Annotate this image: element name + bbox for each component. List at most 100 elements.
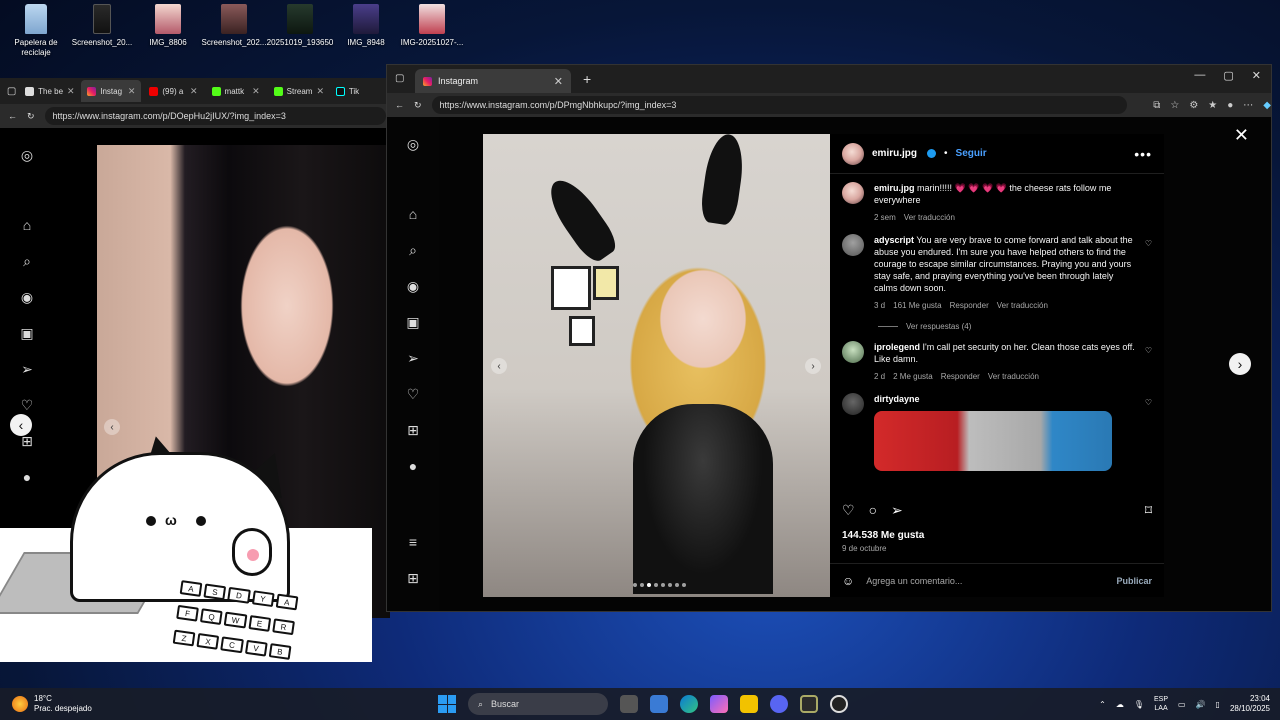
desktop-icon-file[interactable]: Screenshot_20... [70, 4, 134, 58]
reels-icon[interactable]: ▣ [404, 313, 422, 331]
reply-link[interactable]: Responder [941, 371, 980, 383]
comment-gif-image[interactable] [874, 411, 1112, 471]
discord-icon[interactable] [770, 695, 788, 713]
comment-bubble-icon[interactable]: ○ [869, 502, 877, 519]
like-comment-heart-icon[interactable]: ♡ [1145, 345, 1152, 383]
comment-author[interactable]: adyscript [874, 235, 914, 245]
comment-likes[interactable]: 161 Me gusta [893, 300, 941, 312]
close-window-icon[interactable]: ✕ [1252, 69, 1261, 82]
windows-start-icon[interactable] [438, 695, 456, 713]
comment-input[interactable]: Agrega un comentario... [866, 576, 1104, 586]
messages-icon[interactable]: ➢ [18, 360, 36, 378]
taskbar-search[interactable]: ⌕ Buscar [468, 693, 608, 715]
back-arrow-icon[interactable]: ← [8, 111, 17, 121]
url-field[interactable]: https://www.instagram.com/p/DPmgNbhkupc/… [431, 96, 1128, 114]
task-view-icon[interactable] [620, 695, 638, 713]
url-field[interactable]: https://www.instagram.com/p/DOepHu2jIUX/… [44, 107, 386, 125]
close-icon[interactable]: ✕ [252, 86, 260, 97]
translate-link[interactable]: Ver traducción [988, 371, 1039, 383]
maximize-icon[interactable]: ▢ [1223, 69, 1233, 82]
volume-icon[interactable]: 🔊 [1196, 700, 1206, 709]
avatar[interactable] [842, 142, 864, 165]
language-indicator[interactable]: ESP LAA [1154, 695, 1168, 713]
back-arrow-icon[interactable]: ← [395, 100, 404, 110]
carousel-next-button[interactable]: › [805, 358, 821, 374]
desktop-icon-file[interactable]: IMG-20251027-... [400, 4, 464, 58]
tab[interactable]: The be ✕ [19, 80, 79, 102]
comment-likes[interactable]: 2 Me gusta [893, 371, 933, 383]
copilot-icon[interactable] [710, 695, 728, 713]
notifications-heart-icon[interactable]: ♡ [18, 396, 36, 414]
battery-icon[interactable]: ▯ [1216, 700, 1220, 709]
comment-author[interactable]: iprolegend [874, 342, 920, 352]
reels-icon[interactable]: ▣ [18, 324, 36, 342]
store-icon[interactable] [650, 695, 668, 713]
post-author[interactable]: emiru.jpg [872, 148, 917, 159]
search-icon[interactable]: ⌕ [18, 252, 36, 270]
avatar[interactable] [842, 234, 864, 256]
notifications-heart-icon[interactable]: ♡ [404, 385, 422, 403]
reload-icon[interactable]: ↻ [414, 100, 422, 111]
tab-instagram[interactable]: Instag ✕ [81, 80, 142, 102]
avatar[interactable] [842, 393, 864, 415]
comment-author[interactable]: dirtydayne [874, 394, 920, 404]
tab[interactable]: (99) a ✕ [143, 80, 203, 102]
minimize-icon[interactable]: — [1194, 69, 1205, 82]
profile-icon[interactable]: ● [1227, 100, 1233, 111]
reload-icon[interactable]: ↻ [27, 111, 35, 122]
file-explorer-icon[interactable] [740, 695, 758, 713]
close-icon[interactable]: ✕ [190, 86, 198, 97]
favorites-icon[interactable]: ★ [1208, 100, 1217, 111]
carousel-prev-button[interactable]: ‹ [104, 419, 120, 435]
home-icon[interactable]: ⌂ [18, 216, 36, 234]
view-replies-link[interactable]: Ver respuestas (4) [878, 322, 1152, 331]
tab-actions-icon[interactable]: ▢ [6, 85, 17, 97]
avatar[interactable] [842, 182, 864, 204]
obs-icon[interactable] [830, 695, 848, 713]
tab[interactable]: Tik [330, 80, 390, 102]
like-comment-heart-icon[interactable]: ♡ [1145, 397, 1152, 471]
publish-button[interactable]: Publicar [1116, 576, 1152, 586]
tab-instagram[interactable]: Instagram ✕ [415, 69, 571, 93]
more-menu-icon[interactable]: ≡ [404, 533, 422, 551]
instagram-logo-icon[interactable]: ◎ [404, 135, 422, 153]
tab-actions-icon[interactable]: ▢ [395, 73, 404, 84]
desktop-icon-file[interactable]: IMG_8948 [334, 4, 398, 58]
emoji-icon[interactable]: ☺ [842, 574, 854, 588]
desktop-icon-file[interactable]: IMG_8806 [136, 4, 200, 58]
follow-button[interactable]: Seguir [956, 148, 987, 159]
save-bookmark-icon[interactable]: ⌑ [1145, 502, 1152, 519]
app-icon[interactable] [800, 695, 818, 713]
likes-count[interactable]: 144.538 Me gusta [842, 530, 924, 541]
comment-time[interactable]: 2 sem [874, 212, 896, 224]
cloud-icon[interactable]: ☁ [1116, 700, 1124, 709]
create-icon[interactable]: ⊞ [404, 421, 422, 439]
previous-post-button[interactable]: ‹ [10, 414, 32, 436]
carousel-prev-button[interactable]: ‹ [491, 358, 507, 374]
comment-author[interactable]: emiru.jpg [874, 183, 915, 193]
desktop-icon-file[interactable]: 20251019_193650 [267, 4, 333, 58]
clock[interactable]: 23:04 28/10/2025 [1230, 694, 1270, 714]
profile-avatar-icon[interactable]: ● [404, 457, 422, 475]
instagram-logo-icon[interactable]: ◎ [18, 146, 36, 164]
new-tab-icon[interactable]: + [583, 71, 591, 87]
translate-link[interactable]: Ver traducción [997, 300, 1048, 312]
messages-icon[interactable]: ➢ [404, 349, 422, 367]
explore-icon[interactable]: ◉ [404, 277, 422, 295]
close-modal-icon[interactable]: ✕ [1234, 125, 1249, 146]
edge-icon[interactable] [680, 695, 698, 713]
desktop-icon-recycle-bin[interactable]: Papelera de reciclaje [4, 4, 68, 58]
search-icon[interactable]: ⌕ [404, 241, 422, 259]
network-icon[interactable]: ▭ [1178, 700, 1186, 709]
favorite-star-icon[interactable]: ☆ [1170, 100, 1179, 111]
home-icon[interactable]: ⌂ [404, 205, 422, 223]
copilot-icon[interactable]: ◆ [1263, 100, 1271, 111]
split-screen-icon[interactable]: ⧉ [1153, 100, 1160, 111]
desktop-icon-file[interactable]: Screenshot_202... [202, 4, 266, 58]
close-icon[interactable]: ✕ [128, 86, 136, 97]
more-options-icon[interactable]: ••• [1134, 146, 1152, 162]
reply-link[interactable]: Responder [950, 300, 989, 312]
translate-link[interactable]: Ver traducción [904, 212, 955, 224]
explore-icon[interactable]: ◉ [18, 288, 36, 306]
also-from-meta-icon[interactable]: ⊞ [404, 569, 422, 587]
